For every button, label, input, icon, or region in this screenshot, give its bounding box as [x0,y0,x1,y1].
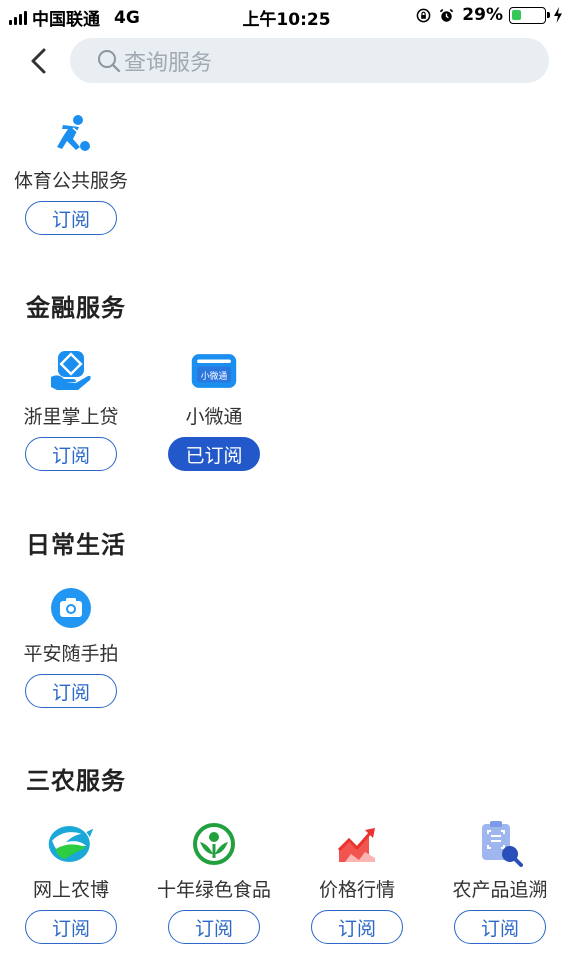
green-food-logo-icon [190,820,238,868]
search-field[interactable]: 查询服务 [70,38,549,83]
rotation-lock-icon [416,8,431,22]
subscribe-button[interactable]: 订阅 [25,201,117,235]
price-trend-icon [333,820,381,868]
subscribe-button[interactable]: 订阅 [25,910,117,944]
service-tile-zheli-loan[interactable]: 浙里掌上贷 订阅 [1,347,141,471]
battery-percent: 29% [462,5,503,25]
service-tile-pingan-photo[interactable]: 平安随手拍 订阅 [1,584,141,708]
subscribe-button[interactable]: 订阅 [454,910,546,944]
service-tile-sports[interactable]: 体育公共服务 订阅 [1,111,141,235]
search-placeholder: 查询服务 [124,50,213,76]
charging-icon [554,7,562,23]
subscribe-button[interactable]: 订阅 [311,910,403,944]
section-title-finance: 金融服务 [26,294,126,322]
card-icon-text: 小微通 [201,370,228,382]
section-title-agriculture: 三农服务 [26,767,126,795]
service-tile-price-trend[interactable]: 价格行情 订阅 [287,820,427,944]
service-name: 网上农博 [32,879,109,901]
service-name: 十年绿色食品 [156,879,271,901]
back-button[interactable] [24,44,52,78]
camera-icon [47,584,95,632]
card-icon: 小微通 [190,347,238,395]
status-bar: 中国联通 4G 上午10:25 29% [0,0,573,30]
agri-expo-logo-icon [47,820,95,868]
service-name: 平安随手拍 [23,643,119,665]
subscribe-button[interactable]: 订阅 [168,910,260,944]
service-name: 体育公共服务 [13,170,128,192]
section-title-daily-life: 日常生活 [26,531,126,559]
chevron-left-icon [31,48,46,74]
service-tile-product-trace[interactable]: 农产品追溯 订阅 [430,820,570,944]
service-name: 价格行情 [318,879,395,901]
service-name: 农产品追溯 [452,879,548,901]
service-tile-xiaoweitong[interactable]: 小微通 小微通 已订阅 [144,347,284,471]
subscribed-button[interactable]: 已订阅 [168,437,260,471]
subscribe-button[interactable]: 订阅 [25,437,117,471]
service-tile-online-agri-expo[interactable]: 网上农博 订阅 [1,820,141,944]
battery-icon [509,6,550,24]
subscribe-button[interactable]: 订阅 [25,674,117,708]
search-icon [98,49,121,72]
service-name: 小微通 [185,406,243,428]
sport-person-icon [47,111,95,159]
service-tile-green-food[interactable]: 十年绿色食品 订阅 [144,820,284,944]
top-bar: 查询服务 [0,30,573,92]
loan-hand-icon [47,347,95,395]
service-name: 浙里掌上贷 [23,406,119,428]
alarm-icon [440,8,454,22]
trace-search-icon [476,820,524,868]
